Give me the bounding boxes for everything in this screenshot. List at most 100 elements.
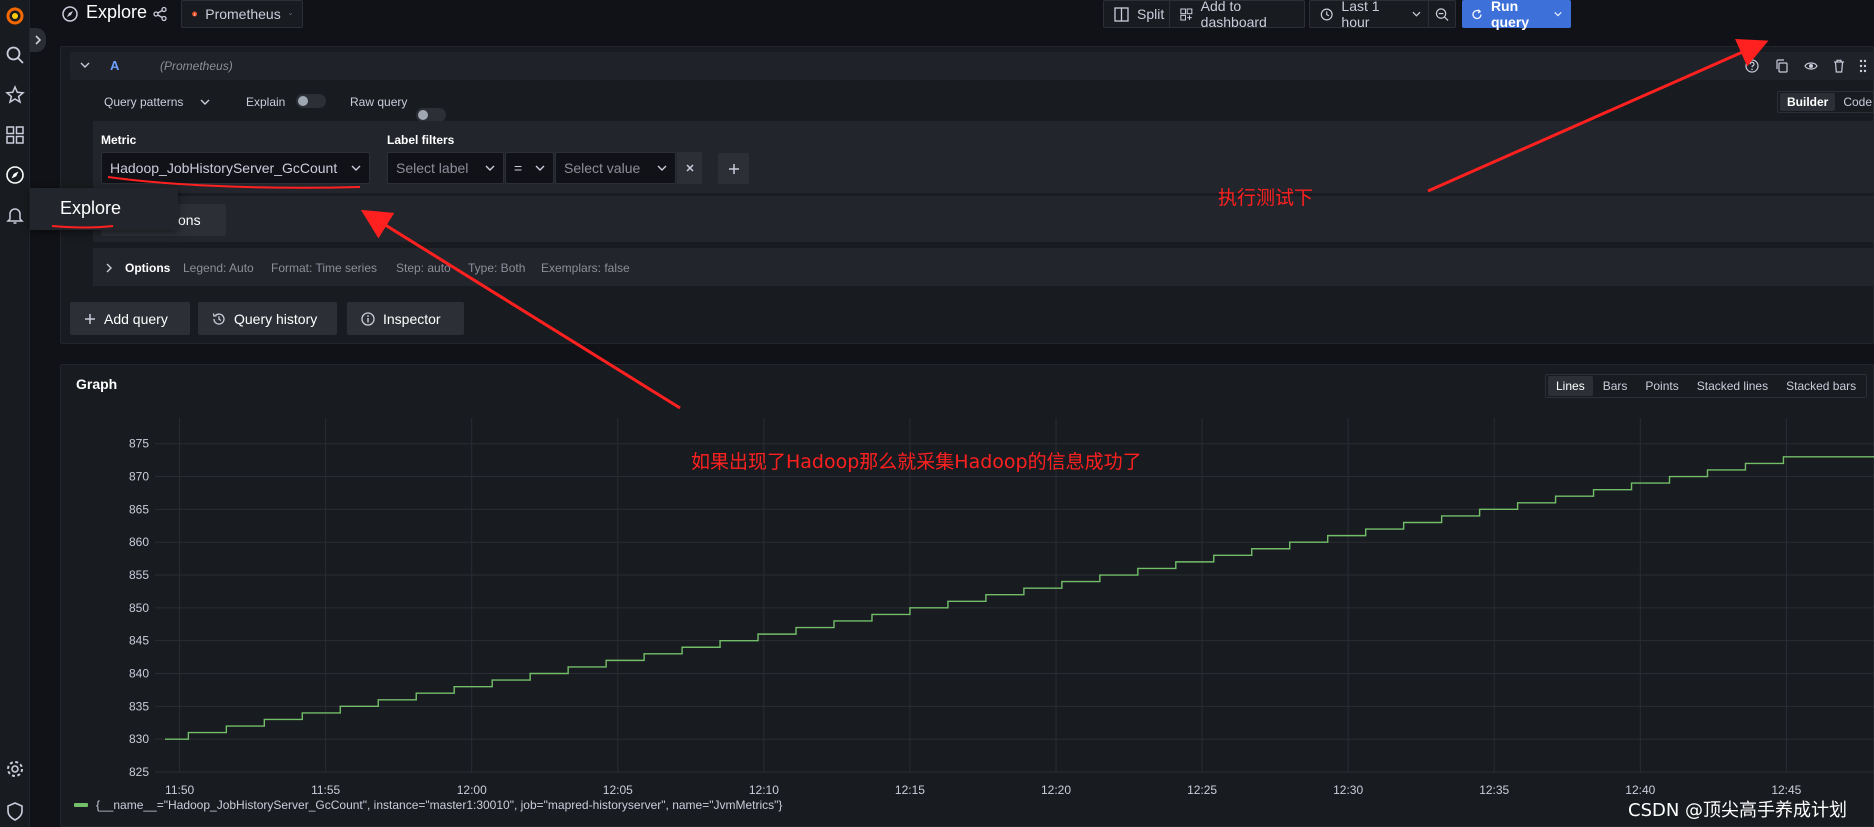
x-tick-label: 11:50 [165,783,194,797]
chevron-down-icon[interactable] [200,98,210,106]
mode-code-option[interactable]: Code [1839,93,1874,111]
chevron-down-icon [1412,11,1421,17]
viz-option-stacked-lines[interactable]: Stacked lines [1689,376,1776,396]
label-select[interactable]: Select label [387,152,504,184]
y-tick-label: 855 [129,568,149,582]
y-tick-label: 865 [129,502,149,516]
shield-icon[interactable] [4,800,26,822]
option-legend: Legend: Auto [183,261,254,275]
eye-icon[interactable] [1804,59,1818,73]
dashboards-icon[interactable] [4,124,26,146]
graph-title: Graph [76,376,118,392]
option-exemplars: Exemplars: false [541,261,630,275]
viz-option-bars[interactable]: Bars [1595,376,1636,396]
graph-legend[interactable]: {__name__="Hadoop_JobHistoryServer_GcCou… [74,798,782,812]
query-history-button[interactable]: Query history [198,302,337,335]
explore-compass-icon [62,6,78,22]
run-query-button[interactable]: Run query [1462,0,1571,30]
editor-mode-switch: Builder Code [1777,91,1874,113]
y-tick-label: 845 [129,634,149,648]
split-icon [1114,6,1129,22]
add-query-button[interactable]: Add query [70,302,190,335]
zoom-out-button[interactable] [1428,0,1456,28]
legend-series-label: {__name__="Hadoop_JobHistoryServer_GcCou… [96,798,783,812]
y-tick-label: 835 [129,699,149,713]
alert-bell-icon[interactable] [4,204,26,226]
time-range-picker[interactable]: Last 1 hour [1309,0,1432,30]
select-label-placeholder: Select label [396,160,469,176]
gear-icon[interactable] [4,758,26,780]
duplicate-icon[interactable] [1775,59,1789,73]
y-tick-label: 850 [129,601,149,615]
info-circle-icon [361,311,375,326]
star-icon[interactable] [4,84,26,106]
explain-toggle[interactable] [296,94,326,108]
option-type: Type: Both [468,261,526,275]
query-history-label: Query history [234,310,318,327]
clock-icon [1320,8,1333,20]
viz-option-lines[interactable]: Lines [1548,376,1593,396]
trash-icon[interactable] [1832,59,1846,73]
viz-option-points[interactable]: Points [1637,376,1686,396]
mode-builder-option[interactable]: Builder [1780,93,1836,111]
y-tick-label: 830 [129,732,149,746]
search-icon[interactable] [4,44,26,66]
refresh-icon [1472,8,1482,19]
collapse-chevron-icon[interactable] [80,61,90,69]
annotation-success-note: 如果出现了Hadoop那么就采集Hadoop的信息成功了 [691,451,1142,473]
page-title: Explore [86,2,148,22]
query-editor-panel [60,46,1874,344]
series-line [165,456,1874,740]
sidebar-explore-tooltip: Explore [30,188,178,230]
visualization-type-switch: Lines Bars Points Stacked lines Stacked … [1545,374,1868,398]
value-select[interactable]: Select value [555,152,676,184]
add-to-dashboard-button[interactable]: Add to dashboard [1169,0,1305,30]
add-filter-button[interactable] [718,153,749,184]
history-icon [212,312,225,325]
plus-icon [85,313,95,324]
operator-select[interactable]: = [505,152,554,184]
chevron-down-icon [657,165,667,171]
time-range-label: Last 1 hour [1341,0,1380,30]
explore-compass-icon[interactable] [4,164,26,186]
option-step: Step: auto [396,261,451,275]
inspector-button[interactable]: Inspector [347,302,464,335]
operations-section [93,196,1874,242]
query-patterns-dropdown[interactable]: Query patterns [104,95,183,109]
close-icon [685,164,694,172]
help-icon[interactable] [1745,59,1759,73]
dashboard-add-icon [1180,8,1193,20]
query-ref-id[interactable]: A [110,58,119,73]
raw-query-label: Raw query [350,95,408,109]
raw-query-toggle[interactable] [416,108,446,122]
x-tick-label: 12:40 [1625,783,1655,797]
chevron-down-icon [351,165,361,171]
grafana-logo-icon[interactable] [4,4,26,26]
share-icon[interactable] [152,6,168,22]
x-tick-label: 12:05 [603,783,633,797]
y-tick-label: 840 [129,667,149,681]
metric-value: Hadoop_JobHistoryServer_GcCount [110,160,338,176]
prometheus-icon [192,11,198,17]
x-tick-label: 12:30 [1333,783,1363,797]
top-nav: Explore Prometheus Split Add to dashboar… [30,0,1874,38]
viz-option-stacked-bars[interactable]: Stacked bars [1778,376,1864,396]
explain-label: Explain [246,95,286,109]
datasource-picker[interactable]: Prometheus [181,0,303,28]
option-format: Format: Time series [271,261,378,275]
x-tick-label: 12:15 [895,783,925,797]
y-tick-label: 825 [129,765,149,779]
metric-select[interactable]: Hadoop_JobHistoryServer_GcCount [101,152,370,184]
sidebar [0,0,30,827]
legend-color-swatch [74,803,88,807]
inspector-label: Inspector [383,310,441,327]
y-tick-label: 860 [129,535,149,549]
watermark: CSDN @顶尖高手养成计划 [1628,800,1848,821]
remove-filter-button[interactable] [677,152,702,184]
drag-handle-icon[interactable] [1858,59,1868,73]
select-value-placeholder: Select value [564,160,641,176]
x-tick-label: 12:10 [749,783,779,797]
metric-heading: Metric [101,133,137,147]
query-datasource-label: (Prometheus) [160,59,233,73]
chevron-right-icon[interactable] [105,263,113,273]
